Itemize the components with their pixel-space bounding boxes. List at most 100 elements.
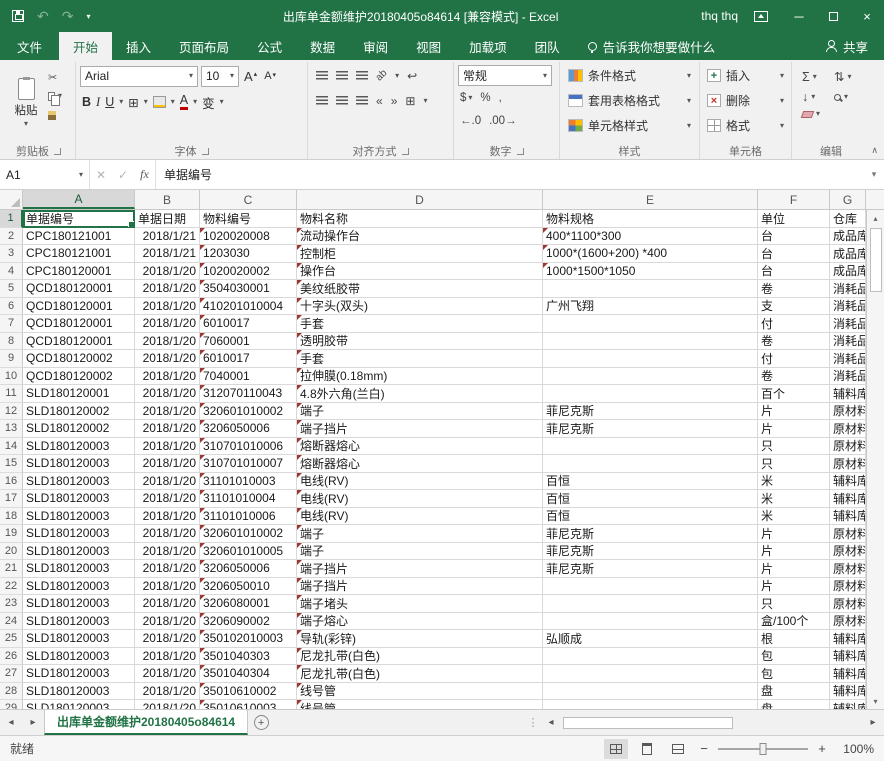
cell-F26[interactable]: 包: [758, 648, 830, 666]
orientation-button[interactable]: ab: [374, 68, 390, 84]
row-header-7[interactable]: 7: [0, 315, 23, 333]
maximize-button[interactable]: [816, 0, 850, 32]
cell-A29[interactable]: SLD180120003: [23, 700, 135, 709]
dialog-launcher-icon[interactable]: [202, 148, 209, 155]
scroll-up-arrow[interactable]: ▴: [867, 210, 884, 226]
cell-C23[interactable]: 3206080001: [200, 595, 297, 613]
cell-B2[interactable]: 2018/1/21: [135, 228, 200, 246]
cell-E20[interactable]: 菲尼克斯: [543, 543, 758, 561]
paste-button[interactable]: 粘贴 ▾: [6, 63, 46, 143]
cell-G8[interactable]: 消耗品: [830, 333, 866, 351]
row-header-28[interactable]: 28: [0, 683, 23, 701]
cell-F2[interactable]: 台: [758, 228, 830, 246]
page-break-view-button[interactable]: [666, 739, 690, 759]
zoom-out-button[interactable]: −: [697, 741, 711, 756]
cell-G10[interactable]: 消耗品: [830, 368, 866, 386]
dialog-launcher-icon[interactable]: [517, 148, 524, 155]
cell-G5[interactable]: 消耗品: [830, 280, 866, 298]
cell-E7[interactable]: [543, 315, 758, 333]
cell-A16[interactable]: SLD180120003: [23, 473, 135, 491]
cell-E11[interactable]: [543, 385, 758, 403]
cell-G11[interactable]: 辅料库: [830, 385, 866, 403]
cell-A8[interactable]: QCD180120001: [23, 333, 135, 351]
row-header-18[interactable]: 18: [0, 508, 23, 526]
row-header-23[interactable]: 23: [0, 595, 23, 613]
cell-C4[interactable]: 1020020002: [200, 263, 297, 281]
sort-filter-button[interactable]: ⇅▾: [834, 69, 852, 84]
cell-B7[interactable]: 2018/1/20: [135, 315, 200, 333]
cell-B6[interactable]: 2018/1/20: [135, 298, 200, 316]
ribbon-tab-data[interactable]: 数据: [296, 32, 349, 60]
undo-button[interactable]: ↶: [37, 9, 49, 23]
row-header-10[interactable]: 10: [0, 368, 23, 386]
cell-A2[interactable]: CPC180121001: [23, 228, 135, 246]
cell-B5[interactable]: 2018/1/20: [135, 280, 200, 298]
font-size-combo[interactable]: 10▾: [201, 66, 239, 87]
cell-B27[interactable]: 2018/1/20: [135, 665, 200, 683]
cell-F5[interactable]: 卷: [758, 280, 830, 298]
enter-button[interactable]: ✓: [112, 160, 134, 189]
find-select-button[interactable]: ▾: [834, 90, 852, 104]
cell-D6[interactable]: 十字头(双头): [297, 298, 543, 316]
cell-G13[interactable]: 原材料: [830, 420, 866, 438]
cell-D17[interactable]: 电线(RV): [297, 490, 543, 508]
cell-F1[interactable]: 单位: [758, 210, 830, 228]
cell-A13[interactable]: SLD180120002: [23, 420, 135, 438]
cell-F19[interactable]: 片: [758, 525, 830, 543]
cell-E6[interactable]: 广州飞翔: [543, 298, 758, 316]
cell-A18[interactable]: SLD180120003: [23, 508, 135, 526]
cell-F17[interactable]: 米: [758, 490, 830, 508]
cell-B24[interactable]: 2018/1/20: [135, 613, 200, 631]
cell-F13[interactable]: 片: [758, 420, 830, 438]
cell-E23[interactable]: [543, 595, 758, 613]
col-header-E[interactable]: E: [543, 190, 758, 209]
cut-button[interactable]: ✂: [48, 71, 62, 83]
name-box[interactable]: A1▾: [0, 160, 90, 189]
normal-view-button[interactable]: [604, 739, 628, 759]
cell-A7[interactable]: QCD180120001: [23, 315, 135, 333]
cell-G7[interactable]: 消耗品: [830, 315, 866, 333]
number-format-combo[interactable]: 常规▾: [458, 65, 552, 86]
cell-F10[interactable]: 卷: [758, 368, 830, 386]
collapse-ribbon-button[interactable]: ∧: [871, 145, 878, 156]
comma-style-button[interactable]: ,: [499, 92, 502, 104]
cell-D27[interactable]: 尼龙扎带(白色): [297, 665, 543, 683]
ribbon-tab-review[interactable]: 审阅: [349, 32, 402, 60]
row-header-4[interactable]: 4: [0, 263, 23, 281]
cell-A17[interactable]: SLD180120003: [23, 490, 135, 508]
cell-A12[interactable]: SLD180120002: [23, 403, 135, 421]
cell-G24[interactable]: 原材料: [830, 613, 866, 631]
cell-B16[interactable]: 2018/1/20: [135, 473, 200, 491]
cell-G1[interactable]: 仓库: [830, 210, 866, 228]
cell-G4[interactable]: 成品库: [830, 263, 866, 281]
cell-B23[interactable]: 2018/1/20: [135, 595, 200, 613]
delete-cells-button[interactable]: ×删除▾: [704, 88, 787, 113]
cell-D24[interactable]: 端子熔心: [297, 613, 543, 631]
cell-B28[interactable]: 2018/1/20: [135, 683, 200, 701]
chevron-down-icon[interactable]: ▾: [193, 98, 197, 106]
cell-G2[interactable]: 成品库: [830, 228, 866, 246]
cell-E14[interactable]: [543, 438, 758, 456]
cell-C12[interactable]: 320601010002: [200, 403, 297, 421]
sheet-nav-left-icon[interactable]: ◂: [0, 710, 22, 735]
cell-D25[interactable]: 导轨(彩锌): [297, 630, 543, 648]
cell-F24[interactable]: 盒/100个: [758, 613, 830, 631]
cell-C22[interactable]: 3206050010: [200, 578, 297, 596]
ribbon-tab-page-layout[interactable]: 页面布局: [165, 32, 243, 60]
cell-E26[interactable]: [543, 648, 758, 666]
cell-C3[interactable]: 1203030: [200, 245, 297, 263]
cell-C1[interactable]: 物料编号: [200, 210, 297, 228]
wrap-text-button[interactable]: ↩: [407, 69, 417, 83]
fill-color-icon[interactable]: [153, 96, 166, 108]
cell-F6[interactable]: 支: [758, 298, 830, 316]
cell-G20[interactable]: 原材料: [830, 543, 866, 561]
cell-F8[interactable]: 卷: [758, 333, 830, 351]
decrease-indent-button[interactable]: «: [376, 94, 383, 108]
cell-D20[interactable]: 端子: [297, 543, 543, 561]
cell-F28[interactable]: 盘: [758, 683, 830, 701]
cell-A14[interactable]: SLD180120003: [23, 438, 135, 456]
new-sheet-button[interactable]: +: [248, 710, 274, 735]
cell-G25[interactable]: 辅料库: [830, 630, 866, 648]
chevron-down-icon[interactable]: ▾: [119, 98, 123, 106]
ribbon-display-options-icon[interactable]: [754, 11, 768, 22]
